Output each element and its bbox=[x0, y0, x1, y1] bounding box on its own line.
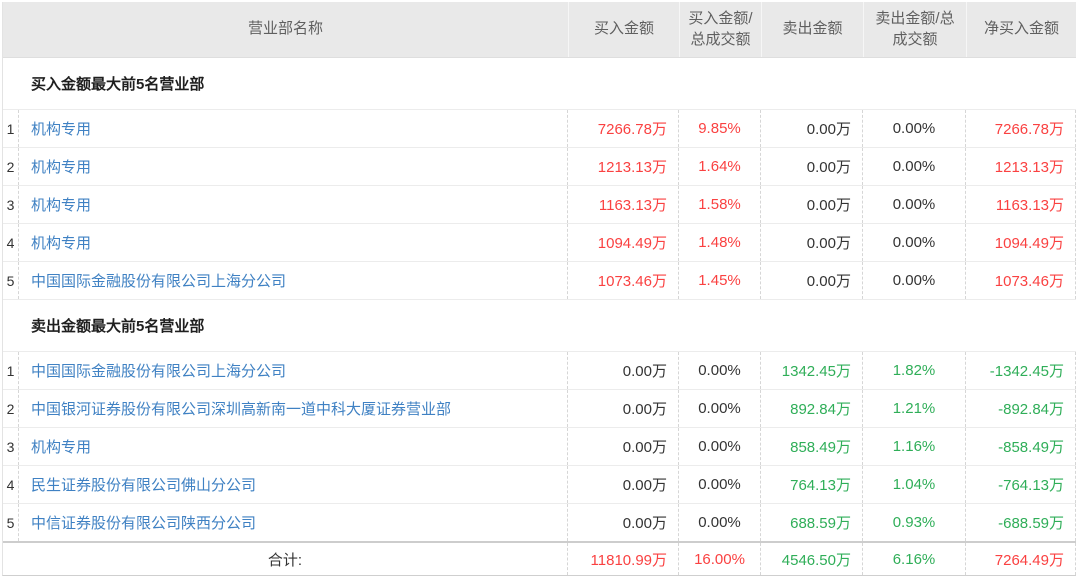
branch-name-link[interactable]: 机构专用 bbox=[19, 148, 568, 185]
total-label: 合计: bbox=[3, 543, 568, 575]
total-buy-ratio: 16.00% bbox=[679, 543, 761, 575]
col-header-sell-amount: 卖出金额 bbox=[761, 2, 863, 57]
total-sell-amount: 4546.50万 bbox=[761, 543, 863, 575]
table-row: 1 机构专用 7266.78万 9.85% 0.00万 0.00% 7266.7… bbox=[3, 110, 1076, 148]
total-row: 合计: 11810.99万 16.00% 4546.50万 6.16% 7264… bbox=[3, 541, 1076, 575]
total-sell-ratio: 6.16% bbox=[863, 543, 966, 575]
buy-amount-cell: 1094.49万 bbox=[568, 224, 679, 261]
net-buy-cell: -688.59万 bbox=[966, 504, 1076, 541]
buy-amount-cell: 0.00万 bbox=[568, 352, 679, 389]
table-row: 4 民生证券股份有限公司佛山分公司 0.00万 0.00% 764.13万 1.… bbox=[3, 466, 1076, 504]
branch-name-link[interactable]: 机构专用 bbox=[19, 110, 568, 147]
col-header-branch-name: 营业部名称 bbox=[3, 2, 568, 57]
sell-ratio-cell: 1.04% bbox=[863, 466, 966, 503]
buy-amount-cell: 1073.46万 bbox=[568, 262, 679, 299]
buy-ratio-cell: 0.00% bbox=[679, 466, 761, 503]
branch-name-link[interactable]: 中国银河证券股份有限公司深圳高新南一道中科大厦证券营业部 bbox=[19, 390, 568, 427]
branch-name-link[interactable]: 中国国际金融股份有限公司上海分公司 bbox=[19, 262, 568, 299]
table-row: 1 中国国际金融股份有限公司上海分公司 0.00万 0.00% 1342.45万… bbox=[3, 352, 1076, 390]
sell-section-title: 卖出金额最大前5名营业部 bbox=[3, 300, 1076, 352]
col-header-sell-ratio: 卖出金额/总成交额 bbox=[863, 2, 966, 57]
buy-ratio-cell: 0.00% bbox=[679, 352, 761, 389]
sell-ratio-cell: 1.82% bbox=[863, 352, 966, 389]
col-header-buy-ratio: 买入金额/总成交额 bbox=[679, 2, 761, 57]
rank-cell: 3 bbox=[3, 428, 19, 465]
rank-cell: 4 bbox=[3, 224, 19, 261]
sell-amount-cell: 858.49万 bbox=[761, 428, 863, 465]
net-buy-cell: 1073.46万 bbox=[966, 262, 1076, 299]
table-row: 2 中国银河证券股份有限公司深圳高新南一道中科大厦证券营业部 0.00万 0.0… bbox=[3, 390, 1076, 428]
buy-ratio-cell: 1.48% bbox=[679, 224, 761, 261]
rank-cell: 1 bbox=[3, 110, 19, 147]
sell-amount-cell: 892.84万 bbox=[761, 390, 863, 427]
sell-amount-cell: 0.00万 bbox=[761, 262, 863, 299]
table-row: 3 机构专用 1163.13万 1.58% 0.00万 0.00% 1163.1… bbox=[3, 186, 1076, 224]
broker-branch-table: 营业部名称 买入金额 买入金额/总成交额 卖出金额 卖出金额/总成交额 净买入金… bbox=[2, 2, 1076, 576]
sell-amount-cell: 0.00万 bbox=[761, 186, 863, 223]
buy-ratio-cell: 9.85% bbox=[679, 110, 761, 147]
buy-ratio-cell: 1.64% bbox=[679, 148, 761, 185]
sell-ratio-cell: 1.21% bbox=[863, 390, 966, 427]
rank-cell: 2 bbox=[3, 148, 19, 185]
net-buy-cell: -1342.45万 bbox=[966, 352, 1076, 389]
net-buy-cell: -764.13万 bbox=[966, 466, 1076, 503]
branch-name-link[interactable]: 民生证券股份有限公司佛山分公司 bbox=[19, 466, 568, 503]
branch-name-link[interactable]: 机构专用 bbox=[19, 224, 568, 261]
buy-amount-cell: 0.00万 bbox=[568, 428, 679, 465]
sell-amount-cell: 764.13万 bbox=[761, 466, 863, 503]
sell-ratio-cell: 0.00% bbox=[863, 186, 966, 223]
net-buy-cell: 1213.13万 bbox=[966, 148, 1076, 185]
net-buy-cell: -858.49万 bbox=[966, 428, 1076, 465]
sell-amount-cell: 0.00万 bbox=[761, 148, 863, 185]
table-header-row: 营业部名称 买入金额 买入金额/总成交额 卖出金额 卖出金额/总成交额 净买入金… bbox=[3, 2, 1076, 58]
buy-section-title: 买入金额最大前5名营业部 bbox=[3, 58, 1076, 110]
table-row: 3 机构专用 0.00万 0.00% 858.49万 1.16% -858.49… bbox=[3, 428, 1076, 466]
buy-amount-cell: 0.00万 bbox=[568, 504, 679, 541]
rank-cell: 3 bbox=[3, 186, 19, 223]
sell-ratio-cell: 0.00% bbox=[863, 262, 966, 299]
sell-ratio-cell: 0.93% bbox=[863, 504, 966, 541]
branch-name-link[interactable]: 机构专用 bbox=[19, 428, 568, 465]
branch-name-link[interactable]: 中信证券股份有限公司陕西分公司 bbox=[19, 504, 568, 541]
sell-amount-cell: 1342.45万 bbox=[761, 352, 863, 389]
rank-cell: 4 bbox=[3, 466, 19, 503]
table-row: 4 机构专用 1094.49万 1.48% 0.00万 0.00% 1094.4… bbox=[3, 224, 1076, 262]
buy-amount-cell: 0.00万 bbox=[568, 466, 679, 503]
buy-ratio-cell: 1.58% bbox=[679, 186, 761, 223]
rank-cell: 5 bbox=[3, 504, 19, 541]
buy-ratio-cell: 1.45% bbox=[679, 262, 761, 299]
sell-ratio-cell: 0.00% bbox=[863, 148, 966, 185]
sell-ratio-cell: 0.00% bbox=[863, 224, 966, 261]
sell-ratio-cell: 1.16% bbox=[863, 428, 966, 465]
buy-ratio-cell: 0.00% bbox=[679, 504, 761, 541]
sell-ratio-cell: 0.00% bbox=[863, 110, 966, 147]
net-buy-cell: -892.84万 bbox=[966, 390, 1076, 427]
table-row: 5 中信证券股份有限公司陕西分公司 0.00万 0.00% 688.59万 0.… bbox=[3, 504, 1076, 542]
buy-ratio-cell: 0.00% bbox=[679, 390, 761, 427]
table-row: 2 机构专用 1213.13万 1.64% 0.00万 0.00% 1213.1… bbox=[3, 148, 1076, 186]
buy-amount-cell: 7266.78万 bbox=[568, 110, 679, 147]
col-header-net-buy-amount: 净买入金额 bbox=[966, 2, 1076, 57]
branch-name-link[interactable]: 机构专用 bbox=[19, 186, 568, 223]
buy-amount-cell: 0.00万 bbox=[568, 390, 679, 427]
buy-amount-cell: 1163.13万 bbox=[568, 186, 679, 223]
net-buy-cell: 7266.78万 bbox=[966, 110, 1076, 147]
table-row: 5 中国国际金融股份有限公司上海分公司 1073.46万 1.45% 0.00万… bbox=[3, 262, 1076, 300]
net-buy-cell: 1163.13万 bbox=[966, 186, 1076, 223]
col-header-buy-amount: 买入金额 bbox=[568, 2, 679, 57]
buy-ratio-cell: 0.00% bbox=[679, 428, 761, 465]
rank-cell: 2 bbox=[3, 390, 19, 427]
branch-name-link[interactable]: 中国国际金融股份有限公司上海分公司 bbox=[19, 352, 568, 389]
buy-amount-cell: 1213.13万 bbox=[568, 148, 679, 185]
sell-amount-cell: 0.00万 bbox=[761, 110, 863, 147]
net-buy-cell: 1094.49万 bbox=[966, 224, 1076, 261]
total-net-buy: 7264.49万 bbox=[966, 543, 1076, 575]
sell-amount-cell: 688.59万 bbox=[761, 504, 863, 541]
total-buy-amount: 11810.99万 bbox=[568, 543, 679, 575]
rank-cell: 1 bbox=[3, 352, 19, 389]
sell-amount-cell: 0.00万 bbox=[761, 224, 863, 261]
rank-cell: 5 bbox=[3, 262, 19, 299]
